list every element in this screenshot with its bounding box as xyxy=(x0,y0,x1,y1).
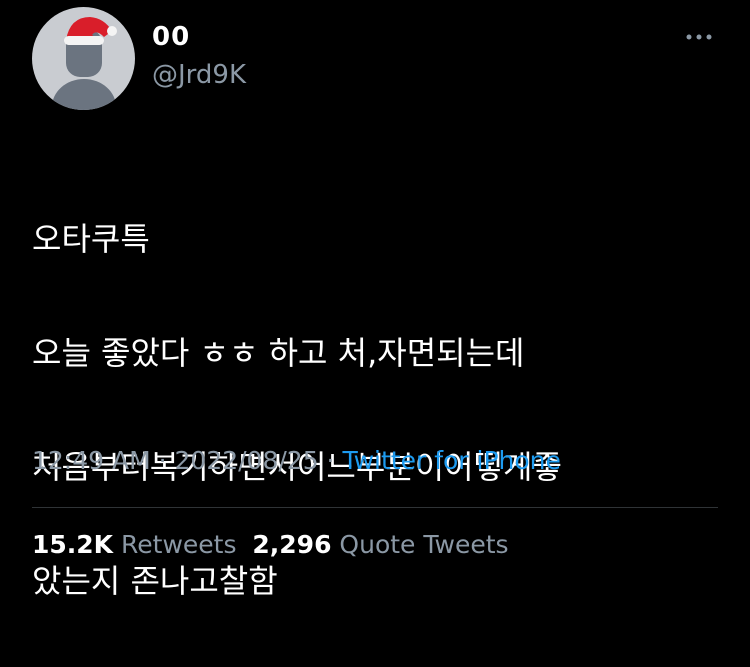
more-options-button[interactable] xyxy=(680,22,720,52)
tweet-text-line: 았는지 존나고찰함 xyxy=(32,562,278,600)
avatar[interactable] xyxy=(32,7,135,110)
tweet-text: 오타쿠특 오늘 좋았다 ㅎㅎ 하고 처,자면되는데 처음부터복기하면서어느부분이… xyxy=(32,154,732,667)
quote-tweets-label: Quote Tweets xyxy=(339,530,509,559)
meta-separator: · xyxy=(150,446,175,475)
default-avatar-with-santa-hat-icon xyxy=(52,17,117,110)
retweets-count: 15.2K xyxy=(32,530,114,559)
quote-tweets-stat[interactable]: 2,296 Quote Tweets xyxy=(252,530,508,559)
display-name[interactable]: 00 xyxy=(152,22,190,52)
tweet-source-link[interactable]: Twitter for iPhone xyxy=(342,446,560,475)
tweet-text-line: 오늘 좋았다 ㅎㅎ 하고 처,자면되는데 xyxy=(32,334,525,372)
quote-tweets-count: 2,296 xyxy=(252,530,332,559)
tweet-date[interactable]: 2022/08/25 xyxy=(175,446,319,475)
user-handle[interactable]: @Jrd9K xyxy=(152,60,246,90)
meta-separator: · xyxy=(318,446,343,475)
retweets-stat[interactable]: 15.2K Retweets xyxy=(32,530,236,559)
tweet-metadata: 12:49 AM · 2022/08/25 · Twitter for iPho… xyxy=(32,446,561,475)
retweets-label: Retweets xyxy=(121,530,237,559)
more-horizontal-icon xyxy=(686,34,712,40)
tweet-text-line: 오타쿠특 xyxy=(32,220,150,258)
tweet-stats: 15.2K Retweets 2,296 Quote Tweets xyxy=(32,530,509,559)
tweet-time[interactable]: 12:49 AM xyxy=(32,446,151,475)
divider xyxy=(32,507,718,508)
